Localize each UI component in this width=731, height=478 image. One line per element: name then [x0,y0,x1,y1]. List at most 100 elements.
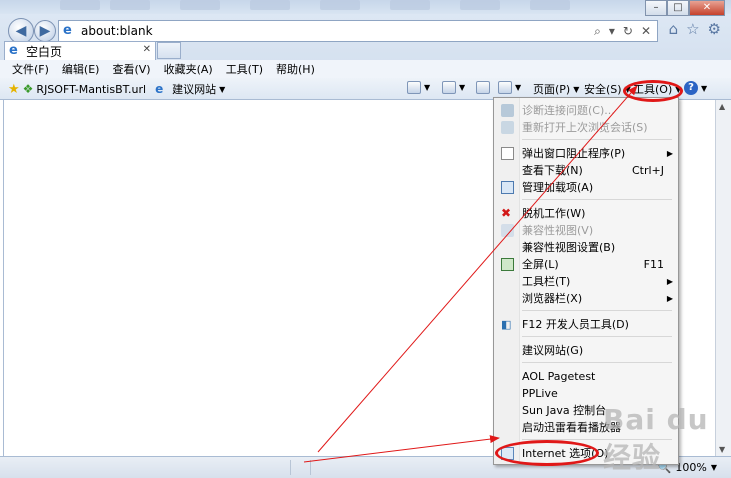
suggested-sites-link[interactable]: 建议网站 [172,81,216,97]
menu-item-dev-tools[interactable]: ◧ F12 开发人员工具(D) [494,316,678,333]
menu-item-compat-view[interactable]: 兼容性视图(V) [494,222,678,239]
addons-icon [501,181,514,194]
tab-blank-page[interactable]: e 空白页 ✕ [4,41,156,60]
chevron-down-icon: ▼ [701,83,708,93]
home-icon[interactable]: ⌂ [669,20,679,38]
mail-icon [476,81,490,94]
help-icon: ? [684,81,698,95]
safety-menu-label: 安全(S) [584,83,622,96]
menu-edit[interactable]: 编辑(E) [62,61,100,77]
help-button[interactable]: ? ▼ [684,81,707,95]
menu-item-aol-pagetest[interactable]: AOL Pagetest [494,368,678,385]
offline-icon: ✖ [501,206,512,220]
gear-icon[interactable]: ⚙ [708,20,721,38]
blurred-tab [460,0,500,10]
mantis-icon: ❖ [22,82,34,96]
submenu-arrow-icon: ▶ [666,294,673,303]
dev-tools-icon: ◧ [501,318,512,331]
maximize-button[interactable]: □ [667,0,689,16]
favorites-star-icon[interactable]: ★ [8,82,20,97]
printer-icon [498,81,512,94]
popup-blocker-icon [501,147,514,160]
menu-tools[interactable]: 工具(T) [226,61,263,77]
refresh-icon[interactable]: ↻ [623,24,633,39]
home-icon [407,81,421,94]
menu-file[interactable]: 文件(F) [12,61,49,77]
stop-icon[interactable]: ✕ [641,24,651,39]
window-controls: – □ ✕ [645,0,725,16]
scroll-up-icon[interactable]: ▲ [719,102,725,111]
dropdown-icon[interactable]: ▾ [609,24,615,39]
menu-item-toolbars[interactable]: 工具栏(T) ▶ [494,273,678,290]
new-tab-button[interactable] [157,42,181,59]
status-divider [310,460,311,475]
menu-favorites[interactable]: 收藏夹(A) [164,61,213,77]
menu-bar: 文件(F) 编辑(E) 查看(V) 收藏夹(A) 工具(T) 帮助(H) [0,60,731,78]
diagnose-icon [501,104,514,117]
menu-item-popup-blocker[interactable]: 弹出窗口阻止程序(P) ▶ [494,145,678,162]
chevron-down-icon: ▼ [424,83,431,92]
blurred-tab [390,0,430,10]
reopen-icon [501,121,514,134]
favorites-star-icon[interactable]: ☆ [686,20,699,38]
compat-view-icon [501,224,514,237]
annotation-circle-internet-options [495,440,599,466]
rss-icon [442,81,456,94]
blurred-tab [250,0,290,10]
menu-separator [522,362,672,363]
chevron-down-icon: ▼ [515,83,522,92]
page-menu-button[interactable]: 页面(P) ▼ [533,81,579,97]
blurred-tab [530,0,570,10]
menu-help[interactable]: 帮助(H) [276,61,315,77]
blurred-tab [320,0,360,10]
menu-item-reopen-session[interactable]: 重新打开上次浏览会话(S) [494,119,678,136]
blurred-tab [60,0,100,10]
title-bar [0,0,731,14]
forward-arrow-icon: ▶ [39,23,51,39]
menu-item-fullscreen[interactable]: 全屏(L) F11 [494,256,678,273]
menu-item-suggested-sites[interactable]: 建议网站(G) [494,342,678,359]
print-button[interactable]: ▼ [498,81,521,94]
menu-item-compat-settings[interactable]: 兼容性视图设置(B) [494,239,678,256]
submenu-arrow-icon: ▶ [666,149,673,158]
blurred-tab [180,0,220,10]
fullscreen-icon [501,258,514,271]
menu-separator [522,310,672,311]
menu-item-pplive[interactable]: PPLive [494,385,678,402]
favorites-bar: ★ ❖ RJSOFT-MantisBT.url e 建议网站 ▼ [8,81,225,97]
tab-title: 空白页 [26,44,63,59]
menu-item-view-downloads[interactable]: 查看下载(N) Ctrl+J [494,162,678,179]
menu-separator [522,139,672,140]
mail-button[interactable] [476,81,490,94]
chevron-down-icon: ▼ [459,83,466,92]
menu-item-manage-addons[interactable]: 管理加载项(A) [494,179,678,196]
menu-item-diagnose[interactable]: 诊断连接问题(C)... [494,102,678,119]
menu-separator [522,336,672,337]
watermark: Bai du 经验 [603,403,709,474]
close-tab-icon[interactable]: ✕ [143,44,151,55]
search-icon[interactable]: ⌕ [594,24,601,39]
minimize-button[interactable]: – [645,0,667,16]
forward-button[interactable]: ▶ [34,20,56,42]
status-divider [290,460,291,475]
blurred-tab [110,0,150,10]
close-button[interactable]: ✕ [689,0,725,16]
submenu-arrow-icon: ▶ [666,277,673,286]
page-menu-label: 页面(P) [533,83,571,96]
ie-logo-icon: e [9,43,18,58]
annotation-circle-tools [623,80,683,102]
favorite-link[interactable]: RJSOFT-MantisBT.url [36,83,146,96]
ie-logo-icon: e [63,23,72,38]
menu-item-explorer-bars[interactable]: 浏览器栏(X) ▶ [494,290,678,307]
menu-separator [522,199,672,200]
menu-item-work-offline[interactable]: ✖ 脱机工作(W) [494,205,678,222]
chevron-down-icon[interactable]: ▼ [219,85,225,94]
address-input[interactable]: about:blank [81,24,594,38]
address-bar[interactable]: e about:blank ⌕ ▾ ↻ ✕ [58,20,658,42]
menu-view[interactable]: 查看(V) [112,61,150,77]
ie-logo-icon: e [155,82,164,96]
home-button[interactable]: ▼ [407,81,430,94]
back-arrow-icon: ◀ [15,23,27,39]
chevron-down-icon: ▼ [573,84,580,94]
feeds-button[interactable]: ▼ [442,81,465,94]
